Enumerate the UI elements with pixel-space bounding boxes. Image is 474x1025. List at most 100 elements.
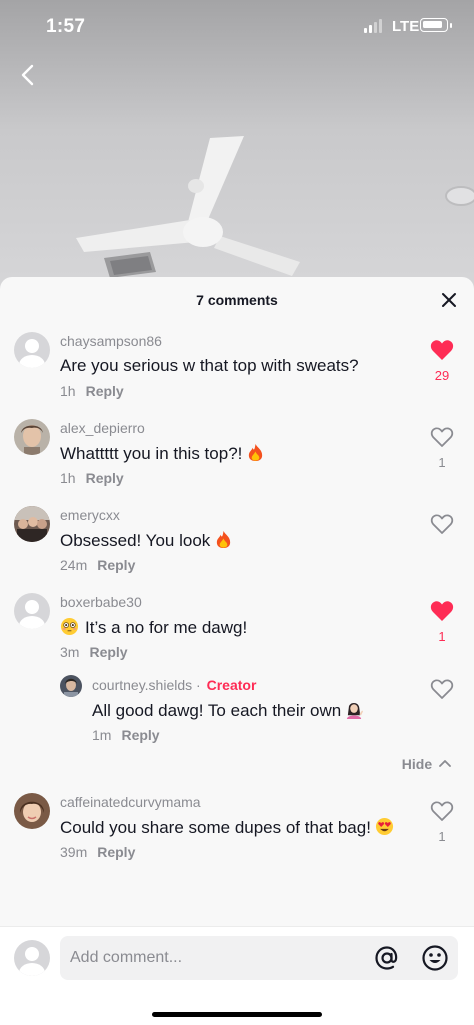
my-avatar — [14, 940, 50, 976]
comment-text: Obsessed! You look — [60, 531, 211, 550]
comment-username[interactable]: chaysampson86 — [60, 333, 162, 349]
chevron-up-icon — [439, 760, 451, 767]
comment-text: Could you share some dupes of that bag! — [60, 818, 371, 837]
user-photo-icon — [14, 419, 50, 455]
comment-meta: 1m Reply — [92, 727, 160, 743]
signal-icon — [364, 19, 382, 33]
person-tipping-hand-emoji — [347, 702, 364, 719]
like-button[interactable]: 1 — [424, 426, 460, 470]
video-background: 1:57 LTE — [0, 0, 474, 290]
like-button[interactable]: 29 — [424, 339, 460, 383]
creator-badge: Creator — [206, 677, 257, 693]
like-count: 1 — [438, 629, 446, 644]
comment-text-row: It’s a no for me dawg! — [60, 617, 247, 638]
default-avatar-icon — [14, 940, 50, 976]
fire-emoji — [249, 443, 263, 462]
reply-button[interactable]: Reply — [97, 557, 135, 573]
comment-meta: 1h Reply — [60, 383, 124, 399]
comment-username[interactable]: boxerbabe30 — [60, 594, 142, 610]
heart-outline-icon — [430, 801, 454, 821]
like-button[interactable] — [424, 513, 460, 542]
comment-meta: 24m Reply — [60, 557, 135, 573]
comment-item: emerycxx Obsessed! You look 24m Reply — [0, 503, 474, 583]
home-indicator — [152, 1012, 322, 1017]
like-button[interactable]: 1 — [424, 800, 460, 844]
comment-username[interactable]: emerycxx — [60, 507, 120, 523]
comment-text: It’s a no for me dawg! — [85, 618, 248, 637]
comments-sheet: 7 comments chaysampson86 Are you serious… — [0, 277, 474, 1025]
comment-time: 1h — [60, 470, 76, 486]
heart-outline-icon — [430, 427, 454, 447]
comment-username-row: courtney.shields · Creator — [92, 677, 257, 693]
comment-time: 39m — [60, 844, 88, 860]
comment-username[interactable]: courtney.shields — [92, 677, 192, 693]
comment-text: Are you serious w that top with sweats? — [60, 356, 359, 375]
user-photo-icon — [14, 793, 50, 829]
network-label: LTE — [392, 18, 420, 35]
hide-label: Hide — [401, 756, 433, 772]
comment-username[interactable]: caffeinatedcurvymama — [60, 794, 201, 810]
comment-username[interactable]: alex_depierro — [60, 420, 145, 436]
comment-meta: 39m Reply — [60, 844, 135, 860]
avatar[interactable] — [14, 332, 50, 368]
reply-button[interactable]: Reply — [97, 844, 135, 860]
back-button[interactable] — [14, 60, 44, 90]
like-count: 1 — [438, 829, 446, 844]
close-button[interactable] — [440, 291, 458, 309]
comment-item: caffeinatedcurvymama Could you share som… — [0, 790, 474, 870]
comment-time: 1m — [92, 727, 112, 743]
comment-text-row: Could you share some dupes of that bag! — [60, 817, 394, 838]
battery-icon — [420, 18, 452, 32]
at-icon — [375, 946, 398, 970]
status-bar: 1:57 LTE — [0, 0, 474, 54]
heart-outline-icon — [430, 679, 454, 699]
hide-replies-button[interactable]: Hide — [402, 756, 452, 772]
reply-comment-item: courtney.shields · Creator All good dawg… — [0, 674, 474, 746]
comment-meta: 3m Reply — [60, 644, 128, 660]
heart-icon — [430, 340, 454, 360]
heart-icon — [430, 601, 454, 621]
back-icon — [21, 64, 34, 86]
heart-eyes-emoji — [375, 817, 393, 836]
comment-time: 24m — [60, 557, 88, 573]
reply-button[interactable]: Reply — [86, 383, 124, 399]
heart-outline-icon — [430, 514, 454, 534]
reply-button[interactable]: Reply — [89, 644, 127, 660]
like-count: 1 — [438, 455, 446, 470]
reply-button[interactable]: Reply — [86, 470, 124, 486]
comment-text-row: All good dawg! To each their own — [92, 700, 364, 721]
like-button[interactable] — [424, 678, 460, 707]
emoji-button[interactable] — [421, 944, 449, 972]
close-icon — [442, 293, 456, 307]
reply-button[interactable]: Reply — [121, 727, 159, 743]
comment-input-bar — [0, 926, 474, 1025]
comment-item: boxerbabe30 It’s a no for me dawg! 3m Rep… — [0, 590, 474, 670]
comment-time: 1h — [60, 383, 76, 399]
avatar[interactable] — [60, 675, 82, 697]
emoji-icon — [422, 945, 448, 971]
comment-text-row: Whattttt you in this top?! — [60, 443, 265, 464]
comment-meta: 1h Reply — [60, 470, 124, 486]
user-photo-icon — [14, 506, 50, 542]
comment-text-row: Obsessed! You look — [60, 530, 233, 551]
like-button[interactable]: 1 — [424, 600, 460, 644]
user-photo-icon — [60, 675, 82, 697]
comment-text: Whattttt you in this top?! — [60, 444, 243, 463]
avatar[interactable] — [14, 593, 50, 629]
fire-emoji — [217, 530, 231, 549]
avatar[interactable] — [14, 419, 50, 455]
sheet-header: 7 comments — [0, 277, 474, 323]
comment-text: All good dawg! To each their own — [92, 701, 342, 720]
flushed-emoji — [60, 617, 79, 636]
comments-count-title: 7 comments — [196, 292, 278, 308]
avatar[interactable] — [14, 793, 50, 829]
default-avatar-icon — [14, 593, 50, 629]
like-count: 29 — [434, 368, 450, 383]
comment-item: chaysampson86 Are you serious w that top… — [0, 329, 474, 409]
comment-time: 3m — [60, 644, 80, 660]
mention-button[interactable] — [374, 945, 400, 971]
comment-item: alex_depierro Whattttt you in this top?!… — [0, 416, 474, 496]
status-time: 1:57 — [46, 16, 86, 37]
default-avatar-icon — [14, 332, 50, 368]
avatar[interactable] — [14, 506, 50, 542]
